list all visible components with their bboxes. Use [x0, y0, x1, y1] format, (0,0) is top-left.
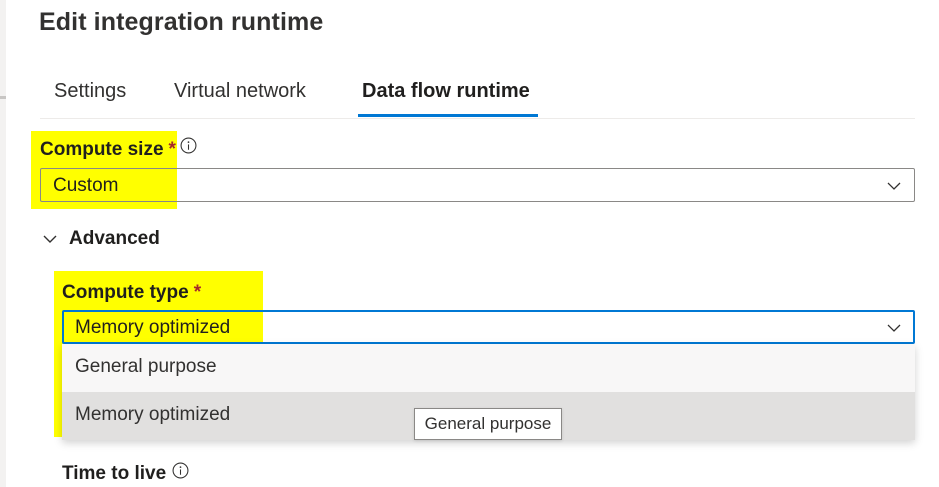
compute-type-dropdown[interactable]: Memory optimized: [62, 310, 915, 344]
panel-title: Edit integration runtime: [39, 8, 324, 36]
info-circle-icon[interactable]: [172, 462, 189, 479]
time-to-live-label: Time to live: [62, 463, 167, 484]
option-label: General purpose: [75, 356, 217, 377]
background-panel-edge: [0, 0, 6, 487]
background-panel-mark: [0, 96, 6, 99]
tab-bar: Settings Virtual network Data flow runti…: [40, 66, 915, 119]
chevron-down-icon: [887, 182, 901, 190]
option-label: Memory optimized: [75, 404, 231, 425]
info-circle-icon[interactable]: [180, 137, 197, 154]
chevron-down-icon: [887, 324, 901, 332]
advanced-label: Advanced: [69, 228, 160, 249]
required-marker: *: [193, 282, 202, 303]
compute-type-value: Memory optimized: [75, 317, 231, 338]
option-general-purpose[interactable]: General purpose: [62, 344, 915, 392]
tab-virtual-network[interactable]: Virtual network: [174, 80, 306, 103]
tab-data-flow-runtime[interactable]: Data flow runtime: [362, 80, 530, 103]
required-marker: *: [168, 139, 176, 160]
chevron-down-icon: [43, 235, 57, 243]
compute-type-label: Compute type *: [62, 282, 202, 303]
compute-size-dropdown[interactable]: Custom: [40, 168, 915, 202]
option-tooltip: General purpose: [414, 408, 562, 440]
tab-settings[interactable]: Settings: [54, 80, 126, 103]
compute-size-value: Custom: [53, 175, 119, 196]
compute-size-label: Compute size *: [40, 139, 176, 160]
active-tab-indicator: [358, 114, 538, 117]
